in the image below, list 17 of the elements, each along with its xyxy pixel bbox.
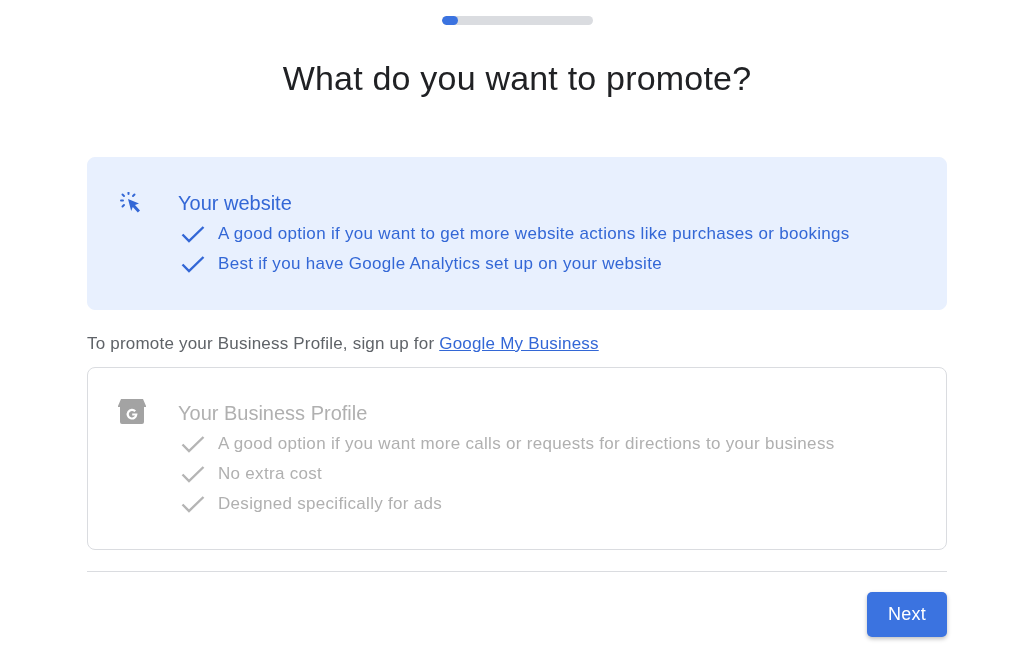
option-point: A good option if you want more calls or requests for directions to your business <box>218 433 835 455</box>
check-icon <box>181 435 205 453</box>
option-title: Your website <box>178 191 293 215</box>
option-point: Designed specifically for ads <box>218 493 443 515</box>
page-heading: What do you want to promote? <box>281 58 753 98</box>
option-title: Your Business Profile <box>178 401 369 425</box>
notice-text: To promote your Business Profile, sign up for Google My Business <box>87 333 600 355</box>
storefront-icon <box>118 399 146 424</box>
option-point: Best if you have Google Analytics set up on your website <box>218 253 662 275</box>
check-icon <box>181 255 205 273</box>
option-point: No extra cost <box>218 463 323 485</box>
option-point: A good option if you want to get more website actions like purchases or bookings <box>218 223 850 245</box>
next-button[interactable]: Next <box>867 592 947 637</box>
check-icon <box>181 465 205 483</box>
check-icon <box>181 495 205 513</box>
check-icon <box>181 225 205 243</box>
option-card[interactable]: Your website A good option if you want to get more website actions like purchases or bookings Best if you have Google Analytics set up on your website <box>87 157 947 310</box>
